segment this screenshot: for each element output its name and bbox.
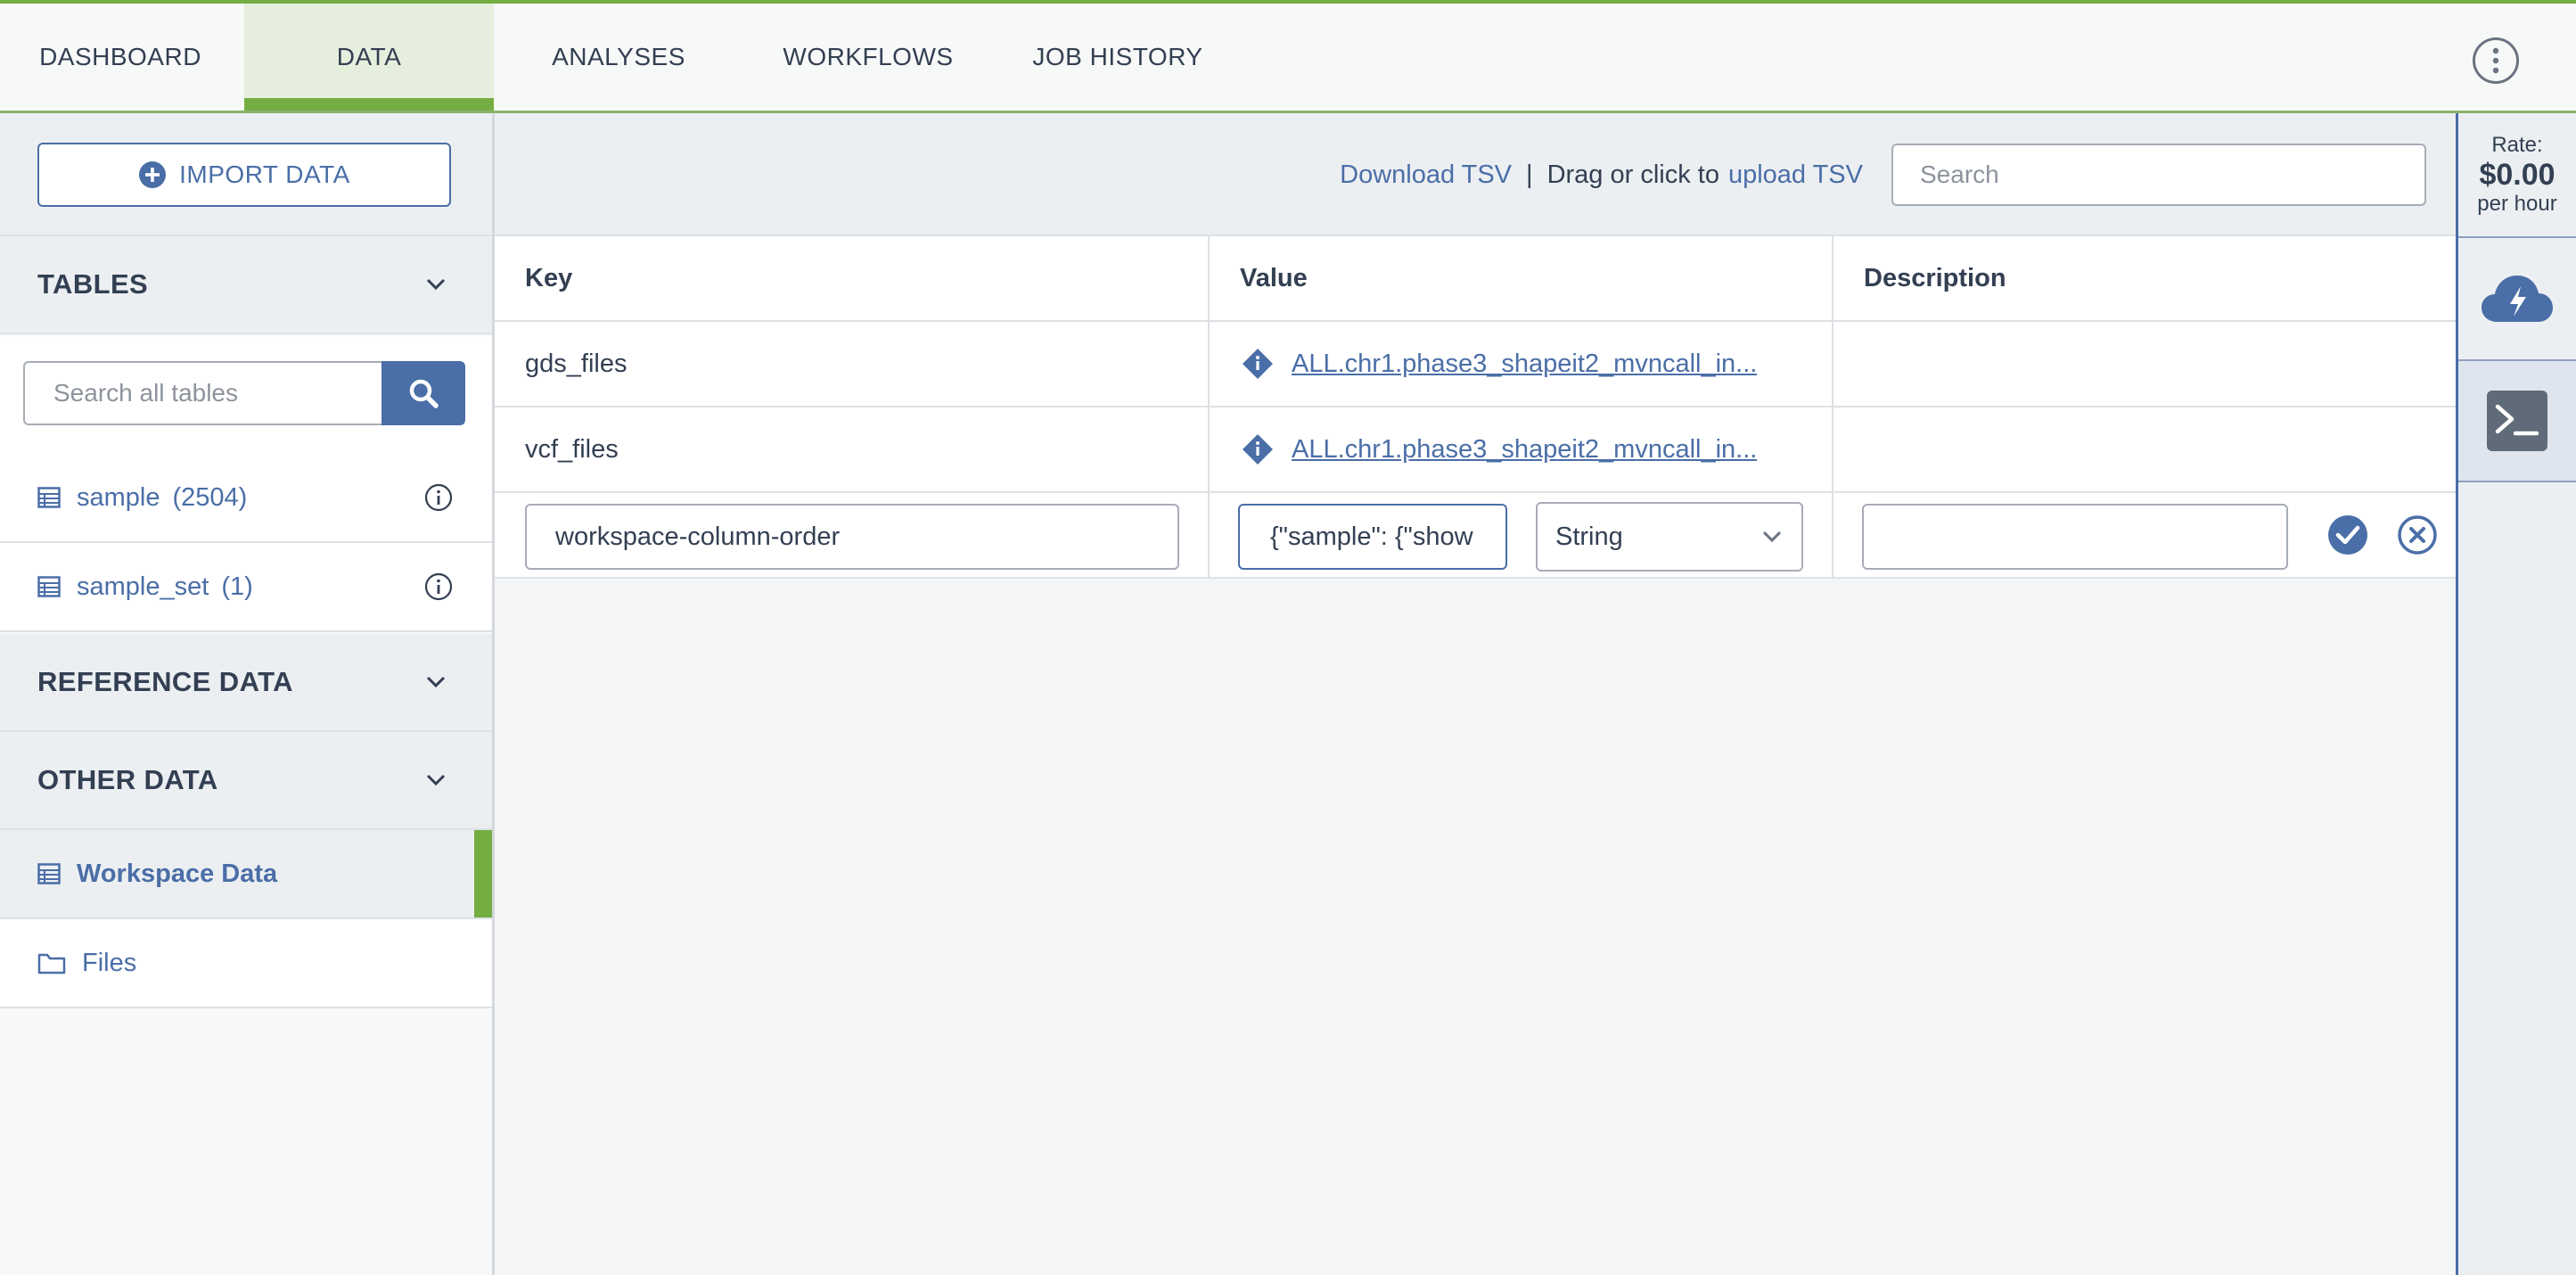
table-count: (1): [221, 572, 253, 601]
search-tables-button[interactable]: [381, 361, 465, 425]
cancel-button[interactable]: [2395, 513, 2440, 557]
type-select[interactable]: String: [1536, 502, 1803, 572]
tables-section-header[interactable]: TABLES: [0, 236, 492, 334]
key-edit-cell: workspace-column-order: [495, 493, 1210, 577]
key-cell: vcf_files: [495, 407, 1210, 491]
table-icon: [37, 576, 61, 597]
save-button[interactable]: [2326, 513, 2370, 557]
terminal-icon: [2487, 391, 2547, 451]
terminal-button[interactable]: [2458, 359, 2576, 482]
tab-workflows[interactable]: WORKFLOWS: [758, 4, 979, 111]
plus-circle-icon: [139, 161, 167, 188]
tables-search-area: Search all tables: [0, 336, 492, 454]
other-data-header-label: OTHER DATA: [37, 764, 218, 795]
files-label: Files: [82, 948, 137, 977]
table-row[interactable]: gds_files ALL.chr1.phase3_shapeit2_mvnca…: [495, 322, 2456, 407]
sidebar: IMPORT DATA TABLES Search all tables sam…: [0, 113, 495, 1275]
description-cell: [1834, 322, 2456, 406]
cost-rate: Rate: $0.00 per hour: [2458, 113, 2576, 236]
key-input[interactable]: workspace-column-order: [525, 504, 1179, 570]
type-select-value: String: [1555, 522, 1623, 551]
info-icon[interactable]: [424, 572, 453, 601]
rate-unit: per hour: [2477, 192, 2557, 216]
description-input[interactable]: [1862, 504, 2288, 570]
column-header-label: Value: [1240, 263, 1308, 292]
top-nav: DASHBOARD DATA ANALYSES WORKFLOWS JOB HI…: [0, 0, 2576, 113]
value-cell: ALL.chr1.phase3_shapeit2_mvncall_in...: [1210, 407, 1834, 491]
file-diamond-icon: [1243, 349, 1273, 379]
search-icon: [409, 379, 439, 408]
import-data-button[interactable]: IMPORT DATA: [37, 143, 451, 207]
rate-label: Rate:: [2491, 133, 2543, 157]
table-header-row: Key Value Description: [495, 236, 2456, 322]
tsv-actions: Download TSV | Drag or click to upload T…: [1340, 113, 1863, 236]
reference-data-section-header[interactable]: REFERENCE DATA: [0, 634, 492, 732]
table-row[interactable]: vcf_files ALL.chr1.phase3_shapeit2_mvnca…: [495, 407, 2456, 493]
column-header-label: Description: [1864, 263, 2006, 292]
kebab-vertical-icon: [2492, 47, 2499, 74]
tab-job-history[interactable]: JOB HISTORY: [1016, 4, 1219, 111]
search-input[interactable]: Search: [1891, 144, 2426, 206]
drag-text: Drag or click to: [1546, 160, 1719, 189]
workspace-data-table: Key Value Description gds_files ALL.chr1…: [495, 236, 2456, 579]
cloud-lightning-icon: [2482, 276, 2553, 322]
key-text: vcf_files: [525, 434, 619, 464]
description-edit-cell: [1834, 493, 2456, 577]
column-header-value[interactable]: Value: [1210, 236, 1834, 320]
check-circle-icon: [2328, 515, 2367, 555]
table-icon: [37, 863, 61, 884]
other-data-section-header[interactable]: OTHER DATA: [0, 732, 492, 830]
value-edit-cell: {"sample": {"show String: [1210, 493, 1834, 577]
table-count: (2504): [172, 482, 248, 512]
rate-value: $0.00: [2479, 158, 2555, 192]
chevron-down-icon: [426, 774, 446, 786]
chevron-down-icon: [426, 676, 446, 688]
upload-tsv-link[interactable]: upload TSV: [1728, 160, 1863, 190]
description-cell: [1834, 407, 2456, 491]
column-header-label: Key: [525, 263, 573, 292]
file-diamond-icon: [1243, 434, 1273, 465]
column-header-key[interactable]: Key: [495, 236, 1210, 320]
right-rail: Rate: $0.00 per hour: [2456, 113, 2576, 1275]
sidebar-item-workspace-data[interactable]: Workspace Data: [0, 830, 492, 919]
key-cell: gds_files: [495, 322, 1210, 406]
edit-row: workspace-column-order {"sample": {"show…: [495, 493, 2456, 579]
main-content: Download TSV | Drag or click to upload T…: [495, 113, 2456, 1275]
import-area: IMPORT DATA: [0, 113, 492, 236]
sidebar-item-files[interactable]: Files: [0, 919, 492, 1008]
workspace-data-label: Workspace Data: [77, 859, 278, 888]
file-link[interactable]: ALL.chr1.phase3_shapeit2_mvncall_in...: [1292, 435, 1757, 465]
close-circle-icon: [2398, 515, 2437, 555]
folder-icon: [37, 953, 66, 975]
data-toolbar: Download TSV | Drag or click to upload T…: [495, 113, 2456, 236]
chevron-down-icon: [1762, 531, 1782, 543]
file-link[interactable]: ALL.chr1.phase3_shapeit2_mvncall_in...: [1292, 350, 1757, 379]
search-all-tables-input[interactable]: Search all tables: [23, 361, 381, 425]
key-text: gds_files: [525, 349, 628, 378]
table-name: sample_set: [77, 572, 209, 601]
info-icon[interactable]: [424, 483, 453, 512]
tab-analyses[interactable]: ANALYSES: [526, 4, 711, 111]
value-cell: ALL.chr1.phase3_shapeit2_mvncall_in...: [1210, 322, 1834, 406]
table-item-sample-set[interactable]: sample_set (1): [0, 543, 492, 632]
reference-data-header-label: REFERENCE DATA: [37, 666, 293, 697]
chevron-down-icon: [426, 278, 446, 291]
import-data-label: IMPORT DATA: [179, 160, 350, 188]
tab-dashboard[interactable]: DASHBOARD: [0, 4, 241, 111]
table-name: sample: [77, 482, 160, 512]
table-icon: [37, 487, 61, 508]
tables-header-label: TABLES: [37, 268, 149, 300]
column-header-description[interactable]: Description: [1834, 236, 2456, 320]
table-item-sample[interactable]: sample (2504): [0, 454, 492, 543]
kebab-menu-button[interactable]: [2473, 37, 2519, 84]
value-input[interactable]: {"sample": {"show: [1238, 504, 1507, 570]
download-tsv-link[interactable]: Download TSV: [1340, 160, 1512, 190]
cloud-environment-button[interactable]: [2458, 236, 2576, 359]
separator: |: [1526, 160, 1533, 189]
tab-data[interactable]: DATA: [244, 4, 494, 111]
